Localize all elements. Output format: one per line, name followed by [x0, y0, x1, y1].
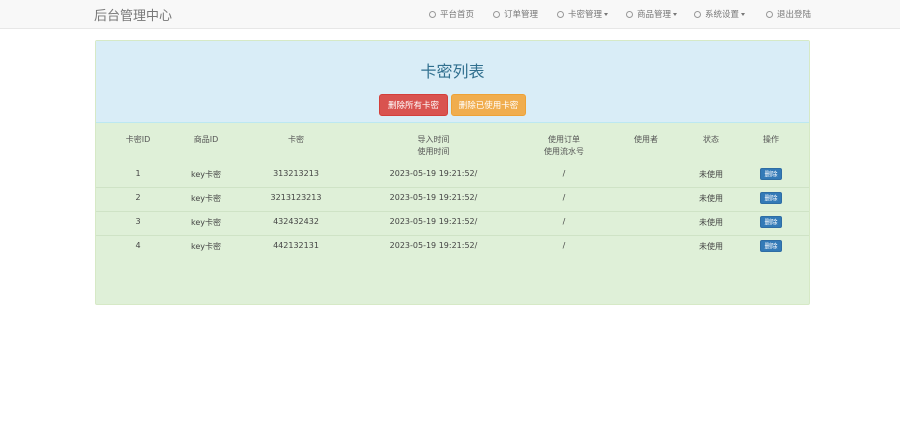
nav-home-label: 平台首页 [440, 10, 475, 20]
row-divider [96, 235, 809, 236]
nav-cards[interactable]: 卡密管理 [557, 8, 609, 20]
row-divider [96, 187, 809, 188]
circle-icon [429, 10, 436, 18]
row-3-product-id: key卡密 [190, 218, 221, 227]
nav-logout[interactable]: 退出登陆 [766, 8, 811, 20]
row-1-status: 未使用 [699, 170, 723, 179]
nav-home[interactable]: 平台首页 [429, 8, 474, 20]
row-4-delete-button[interactable]: 删除 [760, 240, 782, 252]
row-4-card: 442132131 [273, 241, 319, 250]
panel-header: 卡密列表 删除所有卡密 删除已使用卡密 [96, 41, 809, 123]
row-2-status: 未使用 [699, 194, 723, 203]
circle-icon [493, 10, 500, 18]
nav-settings[interactable]: 系统设置 [694, 8, 746, 20]
row-1-time: 2023-05-19 19:21:52/ [389, 169, 478, 178]
card-list-panel: 卡密列表 删除所有卡密 删除已使用卡密 卡密ID 商品ID 卡密 导入时间 使用… [95, 40, 810, 305]
delete-all-cards-button[interactable]: 删除所有卡密 [379, 94, 448, 116]
row-4-status: 未使用 [699, 242, 723, 251]
nav-products[interactable]: 商品管理 [626, 8, 678, 20]
nav-products-label: 商品管理 [637, 10, 672, 20]
row-1-id: 1 [135, 169, 141, 178]
column-header-card: 卡密 [288, 135, 304, 144]
row-1-delete-button[interactable]: 删除 [760, 168, 782, 180]
row-3-time: 2023-05-19 19:21:52/ [389, 217, 478, 226]
row-2-order: / [562, 193, 566, 202]
brand-title[interactable]: 后台管理中心 [94, 5, 172, 24]
row-4-product-id: key卡密 [190, 242, 221, 251]
page-title: 卡密列表 [420, 62, 485, 81]
row-3-status: 未使用 [699, 218, 723, 227]
column-header-id: 卡密ID [125, 135, 151, 144]
column-header-status: 状态 [703, 135, 719, 144]
column-header-import-time: 导入时间 [417, 135, 450, 144]
row-1-order: / [562, 169, 566, 178]
circle-icon [766, 10, 773, 18]
caret-down-icon [604, 12, 609, 16]
circle-icon [557, 10, 564, 18]
nav-orders-label: 订单管理 [504, 10, 539, 20]
row-1-card: 313213213 [273, 169, 319, 178]
column-header-order: 使用订单 [548, 135, 580, 144]
row-2-product-id: key卡密 [190, 194, 221, 203]
caret-down-icon [673, 12, 678, 16]
circle-icon [626, 10, 633, 18]
row-4-order: / [562, 241, 566, 250]
row-2-card: 3213123213 [270, 193, 322, 202]
delete-used-cards-button[interactable]: 删除已使用卡密 [451, 94, 526, 116]
row-2-time: 2023-05-19 19:21:52/ [389, 193, 478, 202]
column-header-serial: 使用流水号 [544, 147, 584, 156]
top-navbar: 后台管理中心 平台首页 订单管理 卡密管理 商品管理 系统设置 退出登陆 [0, 0, 900, 29]
nav-orders[interactable]: 订单管理 [493, 8, 538, 20]
row-divider [96, 211, 809, 212]
row-2-id: 2 [135, 193, 141, 202]
row-3-id: 3 [135, 217, 141, 226]
column-header-product-id: 商品ID [193, 135, 219, 144]
column-header-action: 操作 [763, 135, 779, 144]
row-3-delete-button[interactable]: 删除 [760, 216, 782, 228]
column-header-use-time: 使用时间 [417, 147, 450, 156]
row-3-order: / [562, 217, 566, 226]
row-3-card: 432432432 [273, 217, 319, 226]
caret-down-icon [741, 12, 746, 16]
nav-settings-label: 系统设置 [705, 10, 740, 20]
row-2-delete-button[interactable]: 删除 [760, 192, 782, 204]
row-4-time: 2023-05-19 19:21:52/ [389, 241, 478, 250]
row-1-product-id: key卡密 [190, 170, 221, 179]
circle-icon [694, 10, 701, 18]
nav-cards-label: 卡密管理 [568, 10, 603, 20]
nav-logout-label: 退出登陆 [777, 10, 812, 20]
column-header-user: 使用者 [634, 135, 658, 144]
row-4-id: 4 [135, 241, 141, 250]
